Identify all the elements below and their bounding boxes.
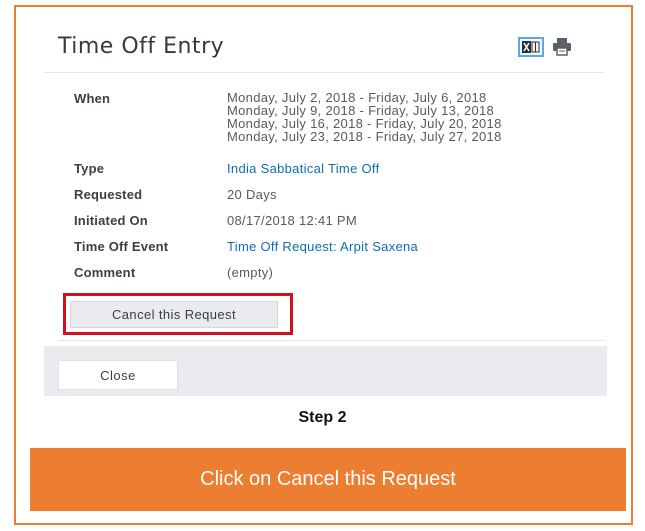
time-off-event-label: Time Off Event [74, 239, 169, 254]
printer-glyph-icon [553, 38, 571, 56]
dialog-title: Time Off Entry [58, 34, 225, 59]
cancel-request-button[interactable]: Cancel this Request [70, 301, 278, 328]
time-off-event-link[interactable]: Time Off Request: Arpit Saxena [227, 239, 607, 254]
header-divider [44, 72, 604, 73]
comment-label: Comment [74, 265, 136, 280]
instruction-banner: Click on Cancel this Request [30, 448, 626, 511]
when-value: Monday, July 2, 2018 - Friday, July 6, 2… [227, 91, 607, 143]
requested-value: 20 Days [227, 187, 277, 202]
comment-value: (empty) [227, 265, 274, 280]
requested-label: Requested [74, 187, 143, 202]
instruction-text: Click on Cancel this Request [200, 468, 456, 490]
when-label: When [74, 91, 111, 106]
close-button[interactable]: Close [58, 360, 178, 390]
step-caption: Step 2 [298, 409, 347, 426]
type-link[interactable]: India Sabbatical Time Off [227, 161, 607, 176]
excel-glyph-icon [522, 41, 540, 53]
initiated-on-value: 08/17/2018 12:41 PM [227, 213, 358, 228]
type-label: Type [74, 161, 105, 176]
actions-divider [58, 340, 604, 341]
when-range-4: Monday, July 23, 2018 - Friday, July 27,… [227, 129, 502, 144]
excel-export-icon[interactable] [518, 37, 544, 57]
initiated-on-label: Initiated On [74, 213, 148, 228]
print-icon[interactable] [551, 36, 573, 58]
